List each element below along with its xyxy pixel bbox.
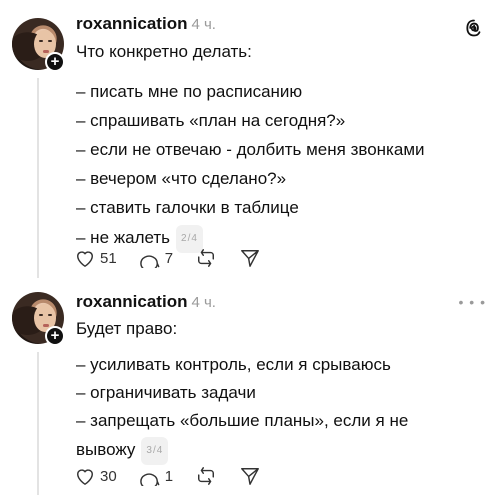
follow-plus-icon[interactable]: +: [45, 326, 65, 346]
text-line: – запрещать «большие планы», если я не: [76, 411, 409, 430]
action-bar: 51 7: [74, 248, 283, 268]
text-line: – писать мне по расписанию: [76, 82, 303, 101]
text-line: – спрашивать «план на сегодня?»: [76, 111, 346, 130]
reply-button[interactable]: 1: [139, 466, 173, 486]
username[interactable]: roxannication: [76, 292, 187, 311]
reply-count: 7: [164, 249, 174, 267]
comment-icon: [139, 255, 160, 268]
like-count: 51: [100, 249, 117, 267]
text-line: – не жалеть: [76, 228, 171, 247]
thread-line: [37, 78, 39, 278]
username[interactable]: roxannication: [76, 14, 187, 33]
more-icon[interactable]: • • •: [459, 294, 486, 310]
post-time: 4 ч.: [191, 16, 216, 33]
repost-icon: [198, 467, 215, 485]
like-button[interactable]: 51: [74, 248, 117, 268]
thread-line: [37, 352, 39, 495]
reply-button[interactable]: 7: [139, 248, 173, 268]
repost-button[interactable]: [195, 466, 217, 486]
text-line: – ограничивать задачи: [76, 383, 256, 402]
like-button[interactable]: 30: [74, 466, 117, 486]
page-badge: 3/4: [141, 437, 169, 465]
like-count: 30: [100, 467, 117, 485]
action-bar: 30 1: [74, 466, 283, 486]
heart-icon: [76, 469, 94, 486]
post-time: 4 ч.: [191, 294, 216, 311]
threads-logo-icon[interactable]: [464, 18, 484, 38]
comment-icon: [139, 473, 160, 486]
post-text: Будет право: – усиливать контроль, если …: [76, 317, 408, 465]
text-line: Что конкретно делать:: [76, 42, 252, 61]
share-button[interactable]: [239, 248, 261, 268]
text-line: – вечером «что сделано?»: [76, 169, 287, 188]
repost-icon: [198, 249, 215, 267]
heart-icon: [76, 251, 94, 268]
follow-plus-icon[interactable]: +: [45, 52, 65, 72]
share-button[interactable]: [239, 466, 261, 486]
text-line-last: вывожу 3/4: [76, 437, 408, 465]
reply-count: 1: [164, 467, 174, 485]
text-line: вывожу: [76, 440, 136, 459]
post: + roxannication 4 ч. Что конкретно делать…: [0, 0, 500, 280]
text-line: – если не отвечаю - долбить меня звонкам…: [76, 140, 425, 159]
send-icon: [241, 250, 259, 267]
send-icon: [241, 468, 259, 485]
post-header: roxannication 4 ч.: [76, 14, 216, 34]
post-text: Что конкретно делать: – писать мне по ра…: [76, 40, 425, 253]
repost-button[interactable]: [195, 248, 217, 268]
post: + roxannication 4 ч. • • • Будет право: –…: [0, 280, 500, 495]
text-line: – ставить галочки в таблице: [76, 198, 299, 217]
post-header: roxannication 4 ч.: [76, 292, 216, 312]
text-line: – усиливать контроль, если я срываюсь: [76, 355, 391, 374]
text-line: Будет право:: [76, 319, 178, 338]
